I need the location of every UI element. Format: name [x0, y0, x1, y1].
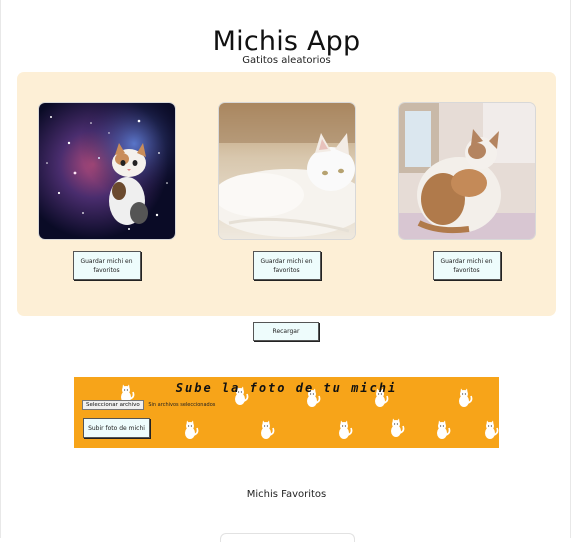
save-favorite-button[interactable]: Guardar michi en favoritos [432, 251, 501, 280]
cat-image [398, 102, 536, 240]
random-cats-panel: Guardar michi en favoritos Guardar michi… [17, 72, 556, 316]
app-title: Michis App [212, 26, 361, 58]
cat-card: Guardar michi en favoritos [38, 102, 176, 280]
reload-button[interactable]: Recargar [253, 322, 319, 341]
favorites-heading: Michis Favoritos [246, 489, 327, 500]
upload-banner: Sube la foto de tu michi Seleccionar arc… [74, 377, 499, 448]
upload-title: Sube la foto de tu michi [175, 381, 398, 395]
cat-image [38, 102, 176, 240]
save-favorite-button[interactable]: Guardar michi en favoritos [72, 251, 141, 280]
random-cats-heading: Gatitos aleatorios [242, 55, 331, 66]
file-input: Seleccionar archivo Sin archivos selecci… [82, 400, 215, 410]
cat-card: Guardar michi en favoritos [218, 102, 356, 280]
file-status: Sin archivos seleccionados [148, 402, 216, 408]
cat-card: Guardar michi en favoritos [398, 102, 536, 280]
save-favorite-button[interactable]: Guardar michi en favoritos [252, 251, 321, 280]
cat-image [218, 102, 356, 240]
choose-file-button[interactable]: Seleccionar archivo [82, 400, 144, 410]
upload-submit-button[interactable]: Subir foto de michi [83, 418, 150, 438]
